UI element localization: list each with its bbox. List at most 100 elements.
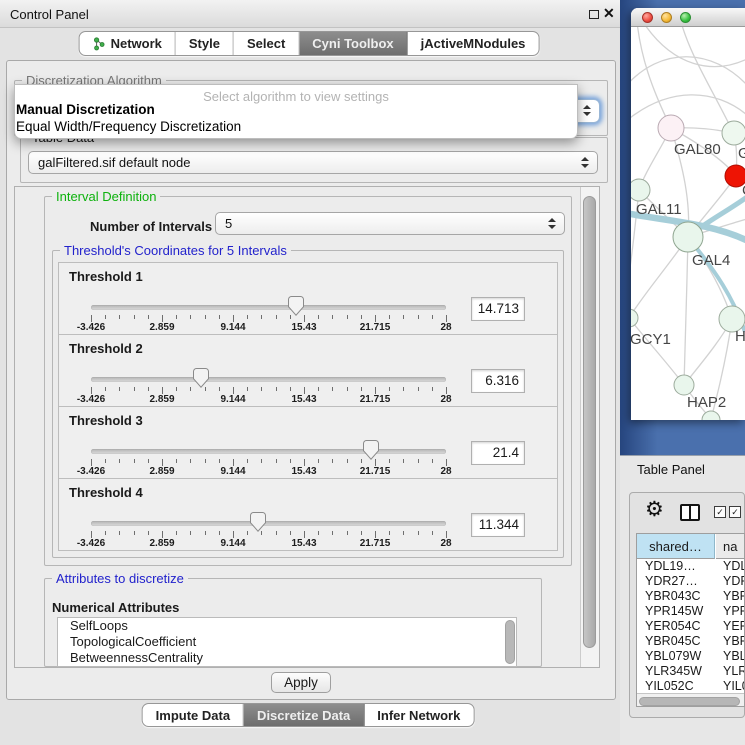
table-rows[interactable]: YDL19…YDL1YDR27…YDR2YBR043CYBR0YPR145WYP… xyxy=(637,559,745,693)
table-row[interactable]: YER054CYER0 xyxy=(637,619,745,634)
checkbox-icon[interactable]: ✓ xyxy=(714,506,726,518)
tick-mark xyxy=(190,315,191,319)
tick-mark xyxy=(91,459,92,466)
tab-cyni-toolbox[interactable]: Cyni Toolbox xyxy=(299,32,407,55)
threshold-box: Threshold 3-3.4262.8599.14415.4321.71528… xyxy=(58,406,558,479)
column-visibility-checkboxes[interactable]: ✓ ✓ xyxy=(714,506,741,518)
tab-style[interactable]: Style xyxy=(176,32,234,55)
attribute-list-item[interactable]: SelfLoops xyxy=(58,618,516,634)
threshold-value-input[interactable]: 11.344 xyxy=(471,513,525,537)
network-node[interactable] xyxy=(631,309,638,327)
tick-mark xyxy=(219,459,220,463)
gear-icon[interactable]: ⚙ xyxy=(645,499,664,521)
network-node[interactable] xyxy=(673,222,703,252)
tick-mark xyxy=(361,531,362,535)
float-window-icon[interactable] xyxy=(589,10,599,19)
tab-infer-network[interactable]: Infer Network xyxy=(364,704,473,726)
tab-label: Infer Network xyxy=(377,708,460,723)
table-row[interactable]: YBL079WYBL0 xyxy=(637,649,745,664)
node-label: H xyxy=(735,328,745,345)
table-hscrollbar[interactable] xyxy=(637,693,744,707)
checkbox-icon[interactable]: ✓ xyxy=(729,506,741,518)
slider-track[interactable] xyxy=(91,521,446,526)
algorithm-option[interactable]: Manual Discretization xyxy=(16,102,155,117)
tick-label: 15.43 xyxy=(274,538,334,549)
number-of-intervals-combo[interactable]: 5 xyxy=(215,212,565,235)
cell-name: YBL0 xyxy=(723,649,745,664)
network-window-titlebar[interactable] xyxy=(631,8,745,27)
threshold-value-input[interactable]: 6.316 xyxy=(471,369,525,393)
slider-thumb[interactable] xyxy=(193,368,209,388)
table-row[interactable]: YBR045CYBR0 xyxy=(637,634,745,649)
tick-mark xyxy=(105,531,106,535)
cell-name: YDL1 xyxy=(723,559,745,574)
tab-discretize-data[interactable]: Discretize Data xyxy=(244,704,364,726)
tab-select[interactable]: Select xyxy=(234,32,299,55)
tick-mark xyxy=(361,459,362,463)
tick-mark xyxy=(304,315,305,322)
attributes-list-scrollbar-thumb[interactable] xyxy=(505,620,515,664)
tab-jactivemnodules[interactable]: jActiveMNodules xyxy=(408,32,539,55)
settings-scrollbar-thumb[interactable] xyxy=(583,196,596,648)
table-row[interactable]: YDL19…YDL1 xyxy=(637,559,745,574)
tick-mark xyxy=(119,459,120,463)
tick-mark xyxy=(375,315,376,322)
columns-icon[interactable] xyxy=(680,504,700,521)
network-edge xyxy=(643,27,745,67)
tick-mark xyxy=(361,387,362,391)
threshold-value-input[interactable]: 21.4 xyxy=(471,441,525,465)
tab-impute-data[interactable]: Impute Data xyxy=(143,704,244,726)
network-canvas[interactable]: GAL80GACGAL11GAL4GCY1HHAP2 xyxy=(631,27,745,420)
attribute-list-item[interactable]: BetweennessCentrality xyxy=(58,650,516,666)
threshold-stack: Threshold 1-3.4262.8599.14415.4321.71528… xyxy=(58,262,558,551)
node-label: HAP2 xyxy=(687,394,726,411)
close-traffic-light-icon[interactable] xyxy=(642,12,653,23)
slider-track[interactable] xyxy=(91,377,446,382)
network-node[interactable] xyxy=(722,121,745,145)
network-node[interactable] xyxy=(631,179,650,201)
table-row[interactable]: YPR145WYPR1 xyxy=(637,604,745,619)
table-hscrollbar-thumb[interactable] xyxy=(639,697,740,706)
attributes-list[interactable]: SelfLoopsTopologicalCoefficientBetweenne… xyxy=(57,617,517,667)
minimize-traffic-light-icon[interactable] xyxy=(661,12,672,23)
column-header-name[interactable]: na xyxy=(716,534,745,559)
tick-mark xyxy=(304,531,305,538)
slider-track[interactable] xyxy=(91,305,446,310)
combo-stepper-icon xyxy=(548,218,556,230)
slider-track[interactable] xyxy=(91,449,446,454)
tick-mark xyxy=(176,387,177,391)
tick-mark xyxy=(162,459,163,466)
tick-mark xyxy=(205,459,206,463)
algorithm-option[interactable]: Equal Width/Frequency Discretization xyxy=(16,119,241,134)
tick-mark xyxy=(134,387,135,391)
slider-thumb[interactable] xyxy=(363,440,379,460)
cell-shared-name: YDR27… xyxy=(645,574,698,589)
zoom-traffic-light-icon[interactable] xyxy=(680,12,691,23)
tick-mark xyxy=(347,459,348,463)
tick-mark xyxy=(91,315,92,322)
network-node[interactable] xyxy=(658,115,684,141)
close-icon[interactable]: ✕ xyxy=(603,5,615,22)
tick-mark xyxy=(119,531,120,535)
threshold-value-input[interactable]: 14.713 xyxy=(471,297,525,321)
table-row[interactable]: YBR043CYBR0 xyxy=(637,589,745,604)
tick-label: 9.144 xyxy=(203,538,263,549)
tick-mark xyxy=(332,459,333,463)
tick-mark xyxy=(176,315,177,319)
tick-mark xyxy=(148,531,149,535)
slider-thumb[interactable] xyxy=(288,296,304,316)
column-header-shared-name[interactable]: shared… xyxy=(637,534,715,559)
tab-network[interactable]: Network xyxy=(80,32,176,55)
tick-mark xyxy=(432,459,433,463)
attribute-list-item[interactable]: TopologicalCoefficient xyxy=(58,634,516,650)
tick-mark xyxy=(389,531,390,535)
network-node[interactable] xyxy=(674,375,694,395)
tick-mark xyxy=(418,459,419,463)
tick-mark xyxy=(205,315,206,319)
table-data-combo[interactable]: galFiltered.sif default node xyxy=(28,151,598,174)
slider-thumb[interactable] xyxy=(250,512,266,532)
table-row[interactable]: YLR345WYLR3 xyxy=(637,664,745,679)
table-row[interactable]: YIL052CYIL0 xyxy=(637,679,745,693)
apply-button[interactable]: Apply xyxy=(271,672,331,693)
table-row[interactable]: YDR27…YDR2 xyxy=(637,574,745,589)
